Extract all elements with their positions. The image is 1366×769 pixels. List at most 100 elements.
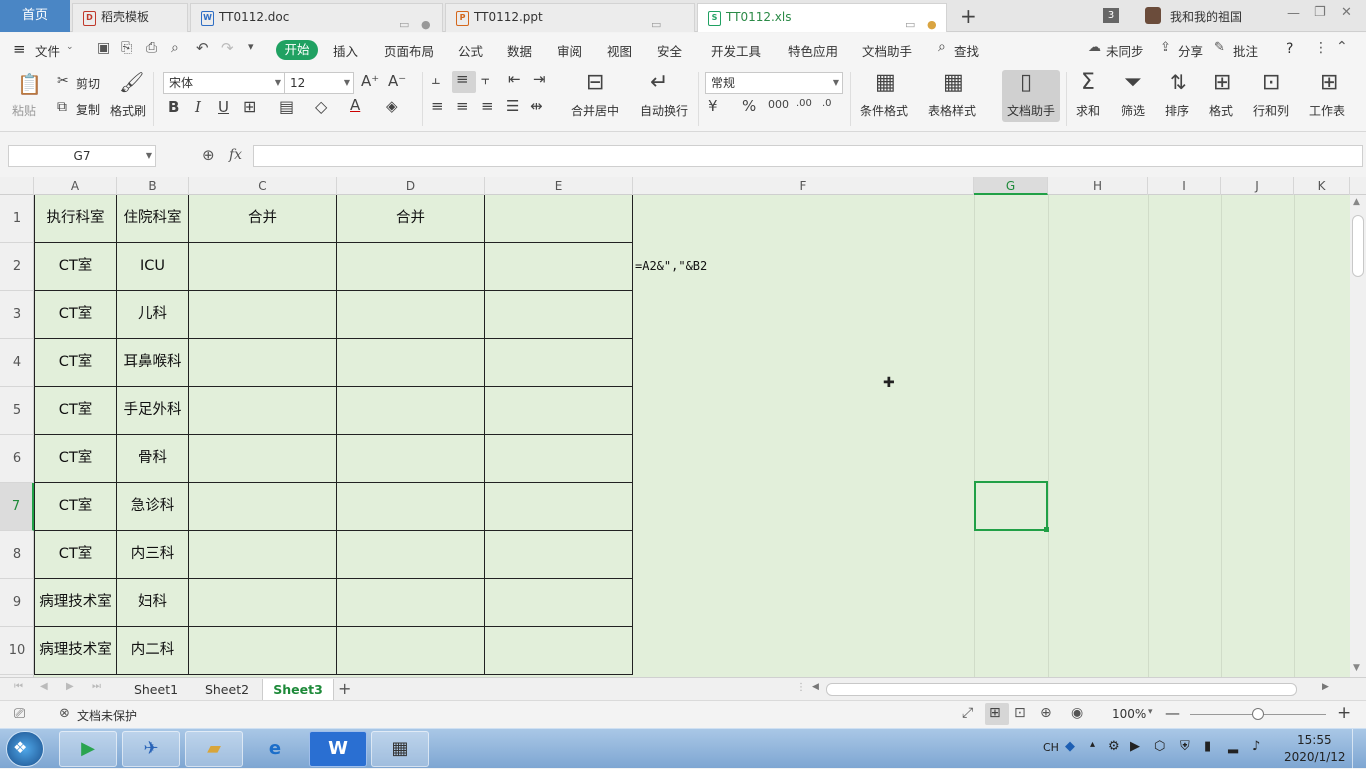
cell-a1[interactable]: 执行科室 xyxy=(34,195,117,243)
cell-b9[interactable]: 妇科 xyxy=(117,579,189,627)
comment-icon[interactable]: ✎ xyxy=(1214,40,1225,55)
menu-page-layout[interactable]: 页面布局 xyxy=(384,41,434,60)
cell-a2[interactable]: CT室 xyxy=(34,243,117,291)
chevron-down-icon[interactable]: ⌄ xyxy=(66,42,74,52)
close-icon[interactable]: ✕ xyxy=(1341,5,1352,20)
align-left-icon[interactable]: ≡ xyxy=(431,99,444,114)
format-painter-icon[interactable]: 🖌 xyxy=(119,72,144,92)
vertical-scrollbar[interactable]: ▲ ▼ xyxy=(1350,195,1366,677)
menu-data[interactable]: 数据 xyxy=(507,41,532,60)
cell-d6[interactable] xyxy=(337,435,485,483)
cell-b6[interactable]: 骨科 xyxy=(117,435,189,483)
vertical-scroll-thumb[interactable] xyxy=(1352,215,1364,277)
media-player-icon[interactable]: ▶ xyxy=(59,731,117,767)
select-all-corner[interactable] xyxy=(0,177,34,195)
row-header-4[interactable]: 4 xyxy=(0,339,34,387)
menu-security[interactable]: 安全 xyxy=(657,41,682,60)
filter-button[interactable]: 筛选 xyxy=(1121,102,1145,119)
cell-a5[interactable]: CT室 xyxy=(34,387,117,435)
scroll-right-icon[interactable]: ▶ xyxy=(1322,682,1329,692)
conditional-format-button[interactable]: 条件格式 xyxy=(860,102,908,119)
tab-ppt[interactable]: P TT0112.ppt ▭ xyxy=(445,3,695,32)
menu-insert[interactable]: 插入 xyxy=(333,41,358,60)
cell-d5[interactable] xyxy=(337,387,485,435)
avatar[interactable] xyxy=(1145,7,1161,24)
input-language[interactable]: CH xyxy=(1043,741,1059,754)
redo-icon[interactable]: ↷ xyxy=(221,39,234,57)
currency-icon[interactable]: ¥ xyxy=(708,99,718,114)
window-count-badge[interactable]: 3 xyxy=(1103,8,1119,23)
fill-color-icon[interactable]: ◇ xyxy=(315,99,327,115)
cell-b3[interactable]: 儿科 xyxy=(117,291,189,339)
cell-d9[interactable] xyxy=(337,579,485,627)
sheet-tab-1[interactable]: Sheet1 xyxy=(124,679,188,700)
cell-d1[interactable]: 合并 xyxy=(337,195,485,243)
sync-status[interactable]: 未同步 xyxy=(1106,41,1144,60)
selected-cell-g7[interactable] xyxy=(974,481,1048,531)
row-col-icon[interactable]: ⊡ xyxy=(1262,72,1280,94)
print-preview-icon[interactable]: ⌕ xyxy=(171,40,179,56)
output-pdf-icon[interactable]: ⎘ xyxy=(121,40,132,56)
row-col-button[interactable]: 行和列 xyxy=(1253,102,1289,119)
tab-doc[interactable]: W TT0112.doc ▭ ● xyxy=(190,3,443,32)
menu-features[interactable]: 特色应用 xyxy=(788,41,838,60)
cell-c1[interactable]: 合并 xyxy=(189,195,337,243)
cell-c8[interactable] xyxy=(189,531,337,579)
cell-b10[interactable]: 内二科 xyxy=(117,627,189,675)
col-header-f[interactable]: F xyxy=(633,177,974,195)
tray-expand-icon[interactable]: ▴ xyxy=(1090,739,1095,750)
sort-button[interactable]: 排序 xyxy=(1165,102,1189,119)
qq-tray-icon[interactable]: ◆ xyxy=(1065,739,1075,754)
sheet-tab-2[interactable]: Sheet2 xyxy=(194,679,260,700)
sync-icon[interactable]: ☁ xyxy=(1088,40,1101,55)
user-name[interactable]: 我和我的祖国 xyxy=(1170,8,1242,25)
sheet-grid[interactable]: 执行科室 住院科室 合并 合并 CT室 ICU CT室 儿科 CT室 耳鼻喉科 … xyxy=(34,195,1350,677)
row-header-9[interactable]: 9 xyxy=(0,579,34,627)
col-header-a[interactable]: A xyxy=(34,177,117,195)
cell-a6[interactable]: CT室 xyxy=(34,435,117,483)
save-icon[interactable]: ▣ xyxy=(97,40,110,56)
menu-developer[interactable]: 开发工具 xyxy=(711,41,761,60)
cell-a7[interactable]: CT室 xyxy=(34,483,117,531)
border-icon[interactable]: ⊞ xyxy=(243,99,256,115)
macro-icon[interactable]: ⎚ xyxy=(14,706,25,722)
cell-style-icon[interactable]: ▤ xyxy=(279,99,294,115)
fx-button[interactable]: fx xyxy=(229,147,242,163)
cell-c4[interactable] xyxy=(189,339,337,387)
fullscreen-icon[interactable]: ⤢ xyxy=(962,705,973,721)
undo-icon[interactable]: ↶ xyxy=(196,39,209,57)
cell-b8[interactable]: 内三科 xyxy=(117,531,189,579)
bold-icon[interactable]: B xyxy=(168,100,179,115)
bird-app-icon[interactable]: ✈ xyxy=(122,731,180,767)
row-header-6[interactable]: 6 xyxy=(0,435,34,483)
folder-icon[interactable]: ▰ xyxy=(185,731,243,767)
cell-d7[interactable] xyxy=(337,483,485,531)
cell-e9[interactable] xyxy=(485,579,633,627)
col-header-c[interactable]: C xyxy=(189,177,337,195)
zoom-level[interactable]: 100% xyxy=(1112,707,1146,721)
last-sheet-icon[interactable]: ⏭ xyxy=(92,681,101,692)
clear-icon[interactable]: ◈ xyxy=(386,99,398,114)
add-sheet-button[interactable]: + xyxy=(338,679,351,698)
auto-wrap-icon[interactable]: ↵ xyxy=(650,72,668,94)
col-header-d[interactable]: D xyxy=(337,177,485,195)
cell-c2[interactable] xyxy=(189,243,337,291)
reading-layout-icon[interactable]: ⊕ xyxy=(1040,705,1052,721)
col-header-b[interactable]: B xyxy=(117,177,189,195)
percent-icon[interactable]: % xyxy=(742,99,756,114)
copy-icon[interactable]: ⧉ xyxy=(57,100,67,114)
zoom-in-icon[interactable]: + xyxy=(1337,703,1351,723)
row-header-7[interactable]: 7 xyxy=(0,483,34,531)
eye-protection-icon[interactable]: ◉ xyxy=(1071,705,1083,721)
cell-c3[interactable] xyxy=(189,291,337,339)
cell-a9[interactable]: 病理技术室 xyxy=(34,579,117,627)
cell-e4[interactable] xyxy=(485,339,633,387)
cut-icon[interactable]: ✂ xyxy=(57,74,69,88)
menu-doc-assistant[interactable]: 文档助手 xyxy=(862,41,912,60)
col-header-e[interactable]: E xyxy=(485,177,633,195)
clock-time[interactable]: 15:55 xyxy=(1297,733,1332,747)
row-header-8[interactable]: 8 xyxy=(0,531,34,579)
col-header-h[interactable]: H xyxy=(1048,177,1148,195)
decrease-indent-icon[interactable]: ⇤ xyxy=(508,72,521,87)
search-icon[interactable]: ⌕ xyxy=(938,39,946,55)
